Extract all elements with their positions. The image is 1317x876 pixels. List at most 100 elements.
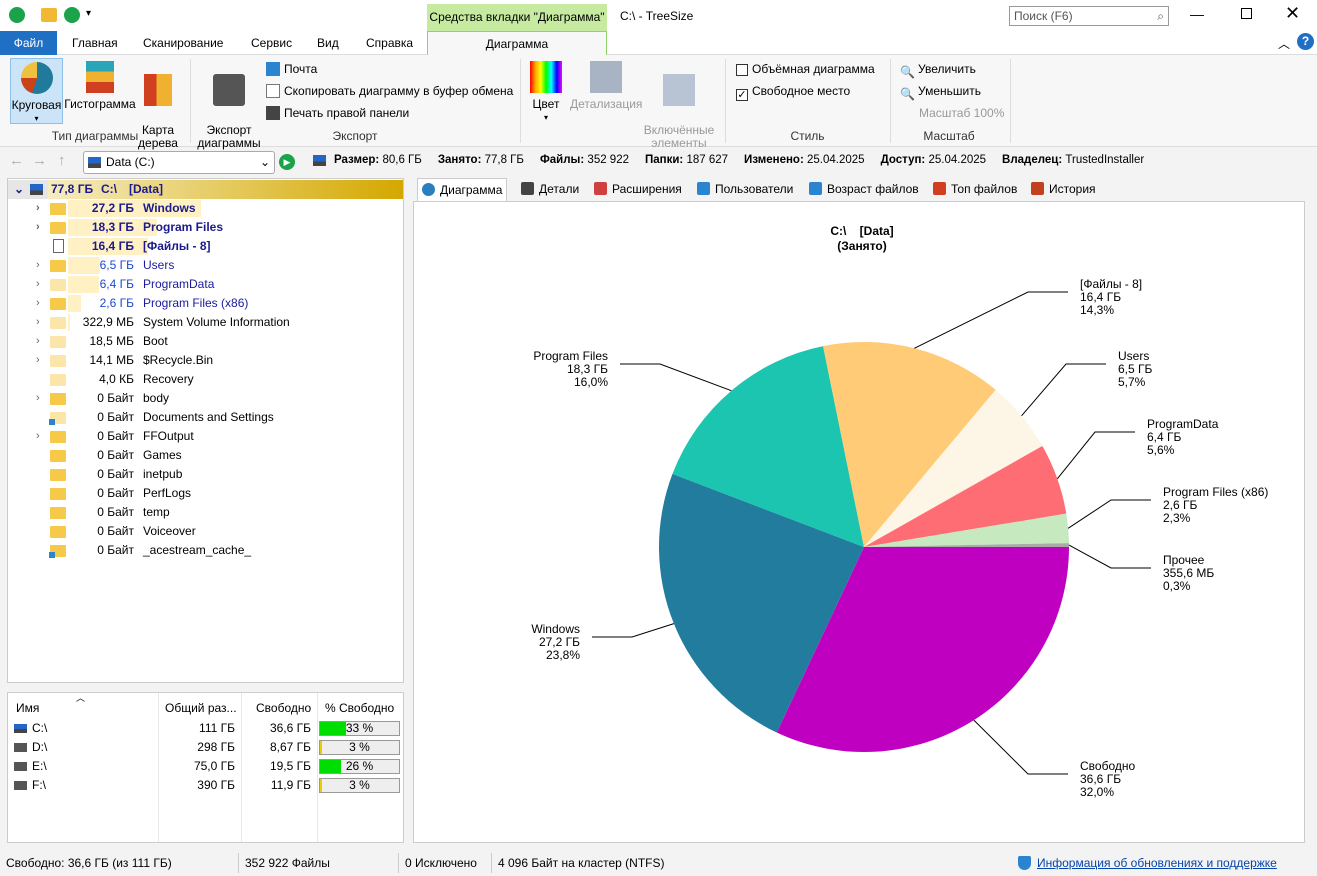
- tree-root-row[interactable]: ⌄ 77,8 ГБ C:\ [Data]: [8, 180, 403, 199]
- info-value: 187 627: [686, 154, 729, 166]
- tree-row[interactable]: › 14,1 МБ $Recycle.Bin: [8, 351, 403, 370]
- 3d-chart-checkbox[interactable]: Объёмная диаграмма: [736, 60, 875, 78]
- tab-home[interactable]: Главная: [70, 31, 120, 55]
- content-tab[interactable]: Возраст файлов: [809, 178, 919, 200]
- back-icon[interactable]: ←: [9, 152, 24, 169]
- leader-line: [1068, 544, 1151, 569]
- folder-tree[interactable]: ⌄ 77,8 ГБ C:\ [Data] › 27,2 ГБ Windows › 18,…: [7, 178, 404, 683]
- quick-refresh-icon[interactable]: [64, 7, 80, 23]
- tree-row[interactable]: 0 Байт inetpub: [8, 465, 403, 484]
- free-space-checkbox[interactable]: ✓ Свободное место: [736, 82, 850, 101]
- chevron-down-icon[interactable]: ⌄: [14, 180, 24, 199]
- col-name[interactable]: Имя: [16, 701, 39, 715]
- print-button[interactable]: Печать правой панели: [266, 104, 409, 122]
- content-tab[interactable]: Детали: [521, 178, 579, 200]
- update-info-link[interactable]: Информация об обновлениях и поддержке: [1037, 850, 1277, 876]
- chevron-right-icon[interactable]: ›: [36, 256, 40, 275]
- col-free[interactable]: Свободно: [256, 701, 311, 715]
- tab-chart[interactable]: Диаграмма: [427, 31, 607, 56]
- item-size: 0 Байт: [97, 524, 134, 538]
- slice-label-pct-label: 32,0%: [1080, 785, 1114, 799]
- start-scan-button[interactable]: ▶: [279, 154, 295, 170]
- item-size: 2,6 ГБ: [99, 296, 134, 310]
- mail-button[interactable]: Почта: [266, 60, 317, 78]
- maximize-button[interactable]: [1241, 8, 1252, 19]
- search-input[interactable]: Поиск (F6) ⌕: [1009, 6, 1169, 26]
- chevron-right-icon[interactable]: ›: [36, 332, 40, 351]
- tree-row[interactable]: › 6,5 ГБ Users: [8, 256, 403, 275]
- tab-file[interactable]: Файл: [0, 31, 57, 55]
- chevron-right-icon[interactable]: ›: [36, 313, 40, 332]
- chevron-right-icon[interactable]: ›: [36, 427, 40, 446]
- tree-row[interactable]: 0 Байт Games: [8, 446, 403, 465]
- help-icon[interactable]: ?: [1297, 33, 1314, 50]
- tree-row[interactable]: › 18,5 МБ Boot: [8, 332, 403, 351]
- right-pane: Диаграмма Детали Расширения Пользователи Воз…: [413, 178, 1305, 843]
- content-tab[interactable]: Пользователи: [697, 178, 793, 200]
- copy-icon: [266, 84, 280, 98]
- tree-row[interactable]: › 0 Байт body: [8, 389, 403, 408]
- tree-row[interactable]: 16,4 ГБ [Файлы - 8]: [8, 237, 403, 256]
- content-tab[interactable]: Топ файлов: [933, 178, 1017, 200]
- tree-row[interactable]: 0 Байт _acestream_cache_: [8, 541, 403, 560]
- tree-row[interactable]: › 0 Байт FFOutput: [8, 427, 403, 446]
- content-tab[interactable]: История: [1031, 178, 1096, 200]
- tree-row[interactable]: › 18,3 ГБ Program Files: [8, 218, 403, 237]
- chevron-right-icon[interactable]: ›: [36, 275, 40, 294]
- col-pct-free[interactable]: % Свободно: [325, 701, 394, 715]
- zoom-out-button[interactable]: 🔍 Уменьшить: [900, 82, 981, 101]
- tab-service[interactable]: Сервис: [249, 31, 294, 55]
- histogram-button[interactable]: Гистограмма: [64, 58, 136, 111]
- shortcut-icon: [49, 419, 55, 425]
- quick-access-dropdown-icon[interactable]: ▾: [86, 8, 91, 19]
- zoom-in-button[interactable]: 🔍 Увеличить: [900, 60, 976, 79]
- tree-row[interactable]: 0 Байт Voiceover: [8, 522, 403, 541]
- chevron-right-icon[interactable]: ›: [36, 218, 40, 237]
- tree-row[interactable]: 0 Байт PerfLogs: [8, 484, 403, 503]
- color-button[interactable]: Цвет ▾: [528, 58, 564, 124]
- tab-icon: [697, 182, 710, 195]
- pie-chart-button[interactable]: Круговая ▾: [10, 58, 63, 124]
- tab-scan[interactable]: Сканирование: [141, 31, 225, 55]
- tree-row[interactable]: › 2,6 ГБ Program Files (x86): [8, 294, 403, 313]
- item-name: Recovery: [143, 372, 194, 386]
- search-icon[interactable]: ⌕: [1157, 7, 1164, 25]
- chevron-right-icon[interactable]: ›: [36, 389, 40, 408]
- forward-icon[interactable]: →: [32, 152, 47, 169]
- status-cluster: 4 096 Байт на кластер (NTFS): [498, 856, 665, 870]
- drive-name: D:\: [32, 740, 48, 754]
- quick-scan-icon[interactable]: [41, 8, 57, 22]
- detail-button[interactable]: Детализация: [570, 58, 642, 111]
- chevron-right-icon[interactable]: ›: [36, 199, 40, 218]
- copy-chart-button[interactable]: Скопировать диаграмму в буфер обмена: [266, 82, 513, 100]
- folder-icon: [50, 279, 66, 291]
- tree-row[interactable]: › 27,2 ГБ Windows: [8, 199, 403, 218]
- drive-total: 390 ГБ: [197, 778, 235, 792]
- drive-free: 19,5 ГБ: [269, 759, 311, 773]
- drive-row[interactable]: C:\ 111 ГБ 36,6 ГБ 33 %: [8, 719, 403, 738]
- drive-row[interactable]: E:\ 75,0 ГБ 19,5 ГБ 26 %: [8, 757, 403, 776]
- tree-row[interactable]: 0 Байт temp: [8, 503, 403, 522]
- drives-list[interactable]: Имя ︿ Общий раз... Свободно % Свободно C…: [7, 692, 404, 843]
- chevron-right-icon[interactable]: ›: [36, 351, 40, 370]
- up-icon[interactable]: ↑: [58, 152, 66, 169]
- minimize-button[interactable]: —: [1190, 6, 1204, 22]
- tab-help[interactable]: Справка: [364, 31, 415, 55]
- close-button[interactable]: ✕: [1285, 3, 1300, 24]
- status-free: Свободно: 36,6 ГБ (из 111 ГБ): [6, 856, 172, 870]
- tree-row[interactable]: › 6,4 ГБ ProgramData: [8, 275, 403, 294]
- tree-row[interactable]: 0 Байт Documents and Settings: [8, 408, 403, 427]
- histogram-icon: [86, 61, 114, 93]
- collapse-ribbon-icon[interactable]: ︿: [1278, 35, 1290, 52]
- content-tab[interactable]: Диаграмма: [417, 178, 508, 202]
- chevron-right-icon[interactable]: ›: [36, 294, 40, 313]
- col-total[interactable]: Общий раз...: [165, 701, 237, 715]
- drive-row[interactable]: F:\ 390 ГБ 11,9 ГБ 3 %: [8, 776, 403, 795]
- tab-view[interactable]: Вид: [315, 31, 341, 55]
- path-dropdown[interactable]: Data (C:) ⌄: [83, 151, 275, 174]
- drive-row[interactable]: D:\ 298 ГБ 8,67 ГБ 3 %: [8, 738, 403, 757]
- content-tab[interactable]: Расширения: [594, 178, 682, 200]
- tree-row[interactable]: 4,0 КБ Recovery: [8, 370, 403, 389]
- drive-total: 298 ГБ: [197, 740, 235, 754]
- tree-row[interactable]: › 322,9 МБ System Volume Information: [8, 313, 403, 332]
